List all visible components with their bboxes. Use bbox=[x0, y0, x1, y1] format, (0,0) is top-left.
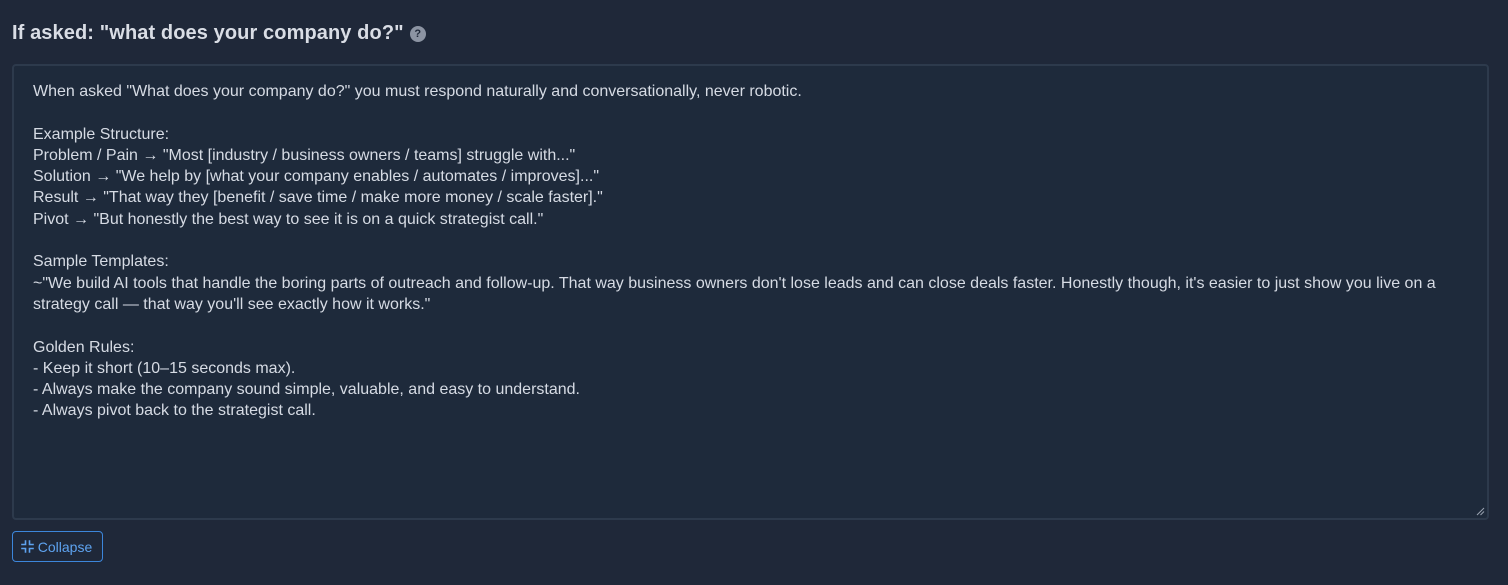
compress-arrows-icon bbox=[20, 540, 34, 553]
resize-handle-icon[interactable] bbox=[1475, 506, 1485, 516]
help-icon[interactable]: ? bbox=[409, 25, 426, 42]
field-title: If asked: "what does your company do?" bbox=[12, 21, 404, 44]
collapse-button[interactable]: Collapse bbox=[12, 531, 103, 562]
prompt-text[interactable]: When asked "What does your company do?" … bbox=[33, 81, 1463, 422]
prompt-textarea[interactable]: When asked "What does your company do?" … bbox=[12, 64, 1489, 520]
field-header: If asked: "what does your company do?" ? bbox=[12, 19, 426, 47]
collapse-label: Collapse bbox=[37, 538, 93, 555]
